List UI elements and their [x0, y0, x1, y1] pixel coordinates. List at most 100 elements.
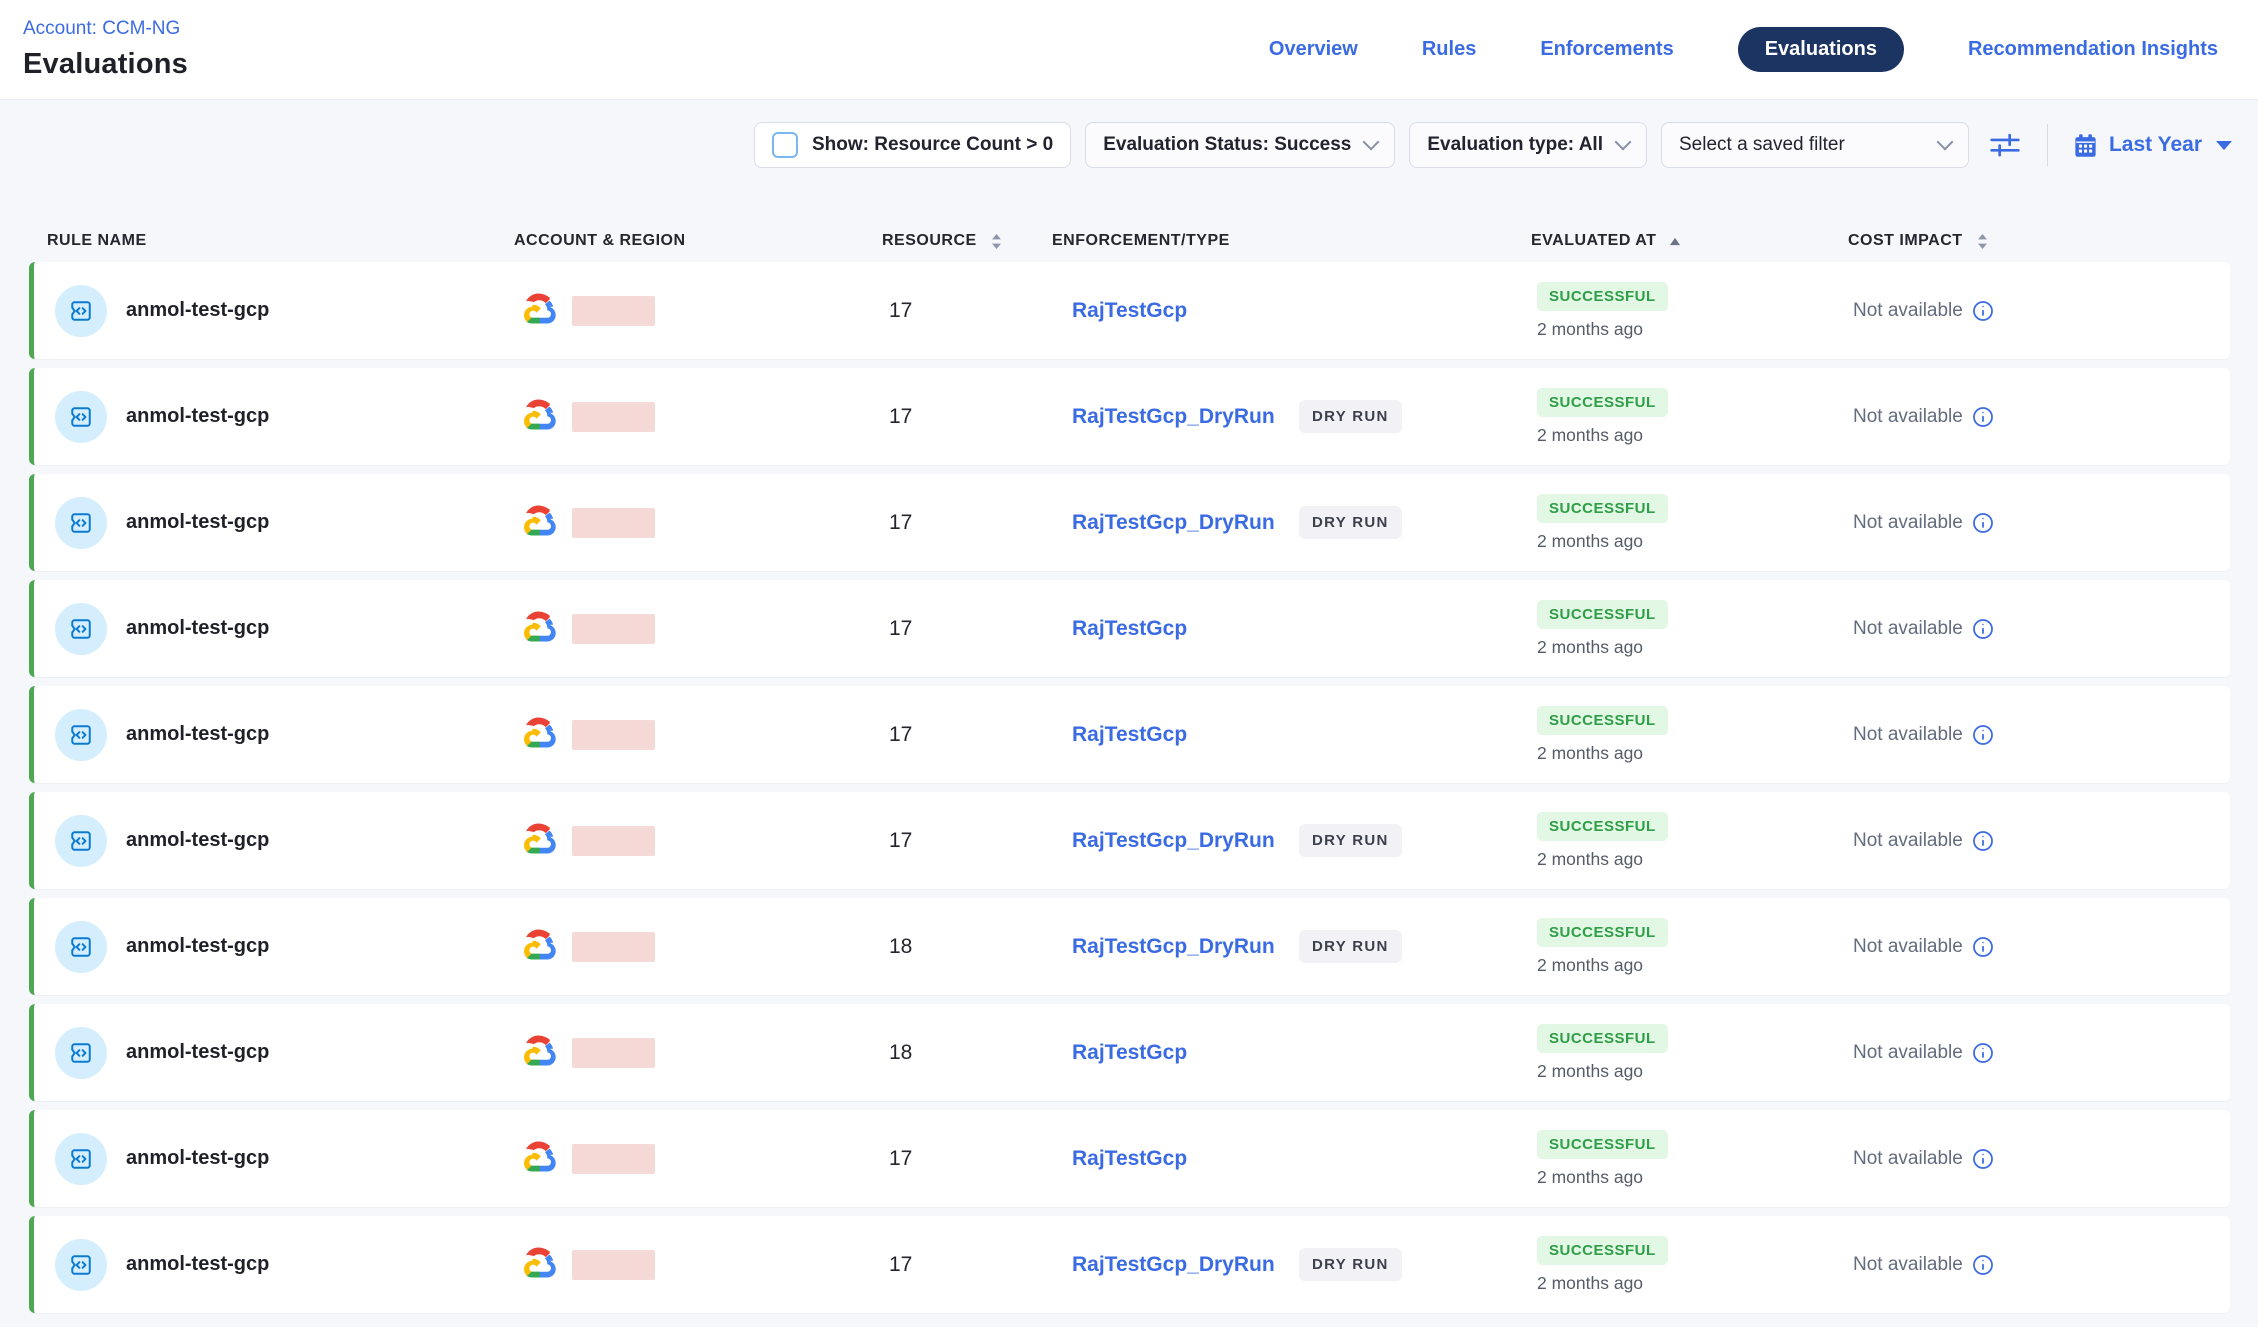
rule-name: anmol-test-gcp: [126, 617, 269, 640]
nav-tab-evaluations[interactable]: Evaluations: [1738, 27, 1904, 72]
chevron-down-icon: [1614, 134, 1631, 151]
info-icon[interactable]: [1972, 512, 1994, 534]
redacted-account-name: [572, 932, 655, 962]
evaluated-time: 2 months ago: [1537, 1273, 1643, 1294]
evaluated-time: 2 months ago: [1537, 319, 1643, 340]
resource-count-filter-toggle[interactable]: Show: Resource Count > 0: [754, 122, 1071, 168]
rule-name: anmol-test-gcp: [126, 299, 269, 322]
evaluated-time: 2 months ago: [1537, 1167, 1643, 1188]
date-range-picker[interactable]: Last Year: [2072, 132, 2232, 159]
info-icon[interactable]: [1972, 406, 1994, 428]
evaluation-type-label: Evaluation type: All: [1427, 134, 1603, 156]
enforcement-link[interactable]: RajTestGcp_DryRun: [1072, 405, 1275, 429]
redacted-account-name: [572, 1144, 655, 1174]
gcp-logo-icon: [519, 822, 559, 860]
evaluation-status-label: Evaluation Status: Success: [1103, 134, 1351, 156]
saved-filter-dropdown[interactable]: Select a saved filter: [1661, 122, 1969, 168]
gcp-logo-icon: [519, 1246, 559, 1284]
column-enforcement-type: ENFORCEMENT/TYPE: [1052, 232, 1512, 250]
sort-both-icon: [1976, 233, 1989, 250]
rule-name: anmol-test-gcp: [126, 1041, 269, 1064]
status-badge: SUCCESSFUL: [1537, 812, 1668, 841]
cost-impact-value: Not available: [1853, 1148, 1963, 1170]
enforcement-link[interactable]: RajTestGcp: [1072, 1147, 1187, 1171]
info-icon[interactable]: [1972, 1148, 1994, 1170]
redacted-account-name: [572, 508, 655, 538]
status-badge: SUCCESSFUL: [1537, 388, 1668, 417]
rule-icon: [55, 497, 107, 549]
info-icon[interactable]: [1972, 1042, 1994, 1064]
enforcement-link[interactable]: RajTestGcp: [1072, 1041, 1187, 1065]
nav-tab-rules[interactable]: Rules: [1422, 38, 1476, 61]
evaluated-time: 2 months ago: [1537, 1061, 1643, 1082]
chevron-down-icon: [1363, 134, 1380, 151]
table-row[interactable]: anmol-test-gcp 17 RajTestGcp SUCCESSFUL …: [29, 686, 2230, 783]
table-row[interactable]: anmol-test-gcp 17 RajTestGcp_DryRun DRY …: [29, 474, 2230, 571]
enforcement-link[interactable]: RajTestGcp_DryRun: [1072, 511, 1275, 535]
enforcement-link[interactable]: RajTestGcp: [1072, 617, 1187, 641]
rule-icon: [55, 603, 107, 655]
info-icon[interactable]: [1972, 936, 1994, 958]
info-icon[interactable]: [1972, 1254, 1994, 1276]
status-badge: SUCCESSFUL: [1537, 1130, 1668, 1159]
table-row[interactable]: anmol-test-gcp 17 RajTestGcp_DryRun DRY …: [29, 368, 2230, 465]
status-badge: SUCCESSFUL: [1537, 1236, 1668, 1265]
evaluation-status-dropdown[interactable]: Evaluation Status: Success: [1085, 122, 1395, 168]
enforcement-link[interactable]: RajTestGcp_DryRun: [1072, 1253, 1275, 1277]
table-row[interactable]: anmol-test-gcp 18 RajTestGcp SUCCESSFUL …: [29, 1004, 2230, 1101]
column-resource[interactable]: RESOURCE: [882, 232, 1052, 250]
table-row[interactable]: anmol-test-gcp 17 RajTestGcp_DryRun DRY …: [29, 792, 2230, 889]
cost-impact-value: Not available: [1853, 618, 1963, 640]
rule-name: anmol-test-gcp: [126, 511, 269, 534]
table-row[interactable]: anmol-test-gcp 18 RajTestGcp_DryRun DRY …: [29, 898, 2230, 995]
resource-count: 17: [887, 617, 1057, 641]
cost-impact-value: Not available: [1853, 936, 1963, 958]
column-cost-impact[interactable]: COST IMPACT: [1830, 232, 2230, 250]
resource-count-checkbox[interactable]: [772, 132, 798, 158]
nav-tab-overview[interactable]: Overview: [1269, 38, 1358, 61]
page-title: Evaluations: [23, 48, 188, 81]
enforcement-link[interactable]: RajTestGcp: [1072, 723, 1187, 747]
top-nav: Overview Rules Enforcements Evaluations …: [1269, 27, 2218, 72]
rule-name: anmol-test-gcp: [126, 723, 269, 746]
enforcement-link[interactable]: RajTestGcp_DryRun: [1072, 829, 1275, 853]
rule-icon: [55, 1133, 107, 1185]
enforcement-link[interactable]: RajTestGcp_DryRun: [1072, 935, 1275, 959]
info-icon[interactable]: [1972, 724, 1994, 746]
info-icon[interactable]: [1972, 618, 1994, 640]
enforcement-link[interactable]: RajTestGcp: [1072, 299, 1187, 323]
resource-count: 17: [887, 1147, 1057, 1171]
account-breadcrumb[interactable]: Account: CCM-NG: [23, 18, 188, 40]
column-evaluated-at[interactable]: EVALUATED AT: [1512, 232, 1830, 250]
redacted-account-name: [572, 1038, 655, 1068]
table-row[interactable]: anmol-test-gcp 17 RajTestGcp_DryRun DRY …: [29, 1216, 2230, 1313]
dry-run-badge: DRY RUN: [1299, 1248, 1402, 1281]
sort-asc-icon: [1669, 237, 1681, 246]
rule-name: anmol-test-gcp: [126, 935, 269, 958]
cost-impact-value: Not available: [1853, 512, 1963, 534]
resource-count: 17: [887, 829, 1057, 853]
nav-tab-enforcements[interactable]: Enforcements: [1540, 38, 1673, 61]
gcp-logo-icon: [519, 716, 559, 754]
evaluation-type-dropdown[interactable]: Evaluation type: All: [1409, 122, 1647, 168]
table-row[interactable]: anmol-test-gcp 17 RajTestGcp SUCCESSFUL …: [29, 262, 2230, 359]
chevron-down-icon: [1936, 134, 1953, 151]
status-badge: SUCCESSFUL: [1537, 282, 1668, 311]
rule-name: anmol-test-gcp: [126, 1147, 269, 1170]
gcp-logo-icon: [519, 1034, 559, 1072]
table-row[interactable]: anmol-test-gcp 17 RajTestGcp SUCCESSFUL …: [29, 580, 2230, 677]
resource-count: 17: [887, 1253, 1057, 1277]
info-icon[interactable]: [1972, 300, 1994, 322]
rule-name: anmol-test-gcp: [126, 829, 269, 852]
resource-count: 17: [887, 299, 1057, 323]
evaluated-time: 2 months ago: [1537, 425, 1643, 446]
nav-tab-recommendation-insights[interactable]: Recommendation Insights: [1968, 38, 2218, 61]
table-row[interactable]: anmol-test-gcp 17 RajTestGcp SUCCESSFUL …: [29, 1110, 2230, 1207]
rule-icon: [55, 391, 107, 443]
filter-panel-button[interactable]: [1983, 123, 2027, 167]
gcp-logo-icon: [519, 292, 559, 330]
calendar-icon: [2072, 132, 2099, 159]
info-icon[interactable]: [1972, 830, 1994, 852]
rule-icon: [55, 285, 107, 337]
table-body: anmol-test-gcp 17 RajTestGcp SUCCESSFUL …: [0, 262, 2258, 1313]
